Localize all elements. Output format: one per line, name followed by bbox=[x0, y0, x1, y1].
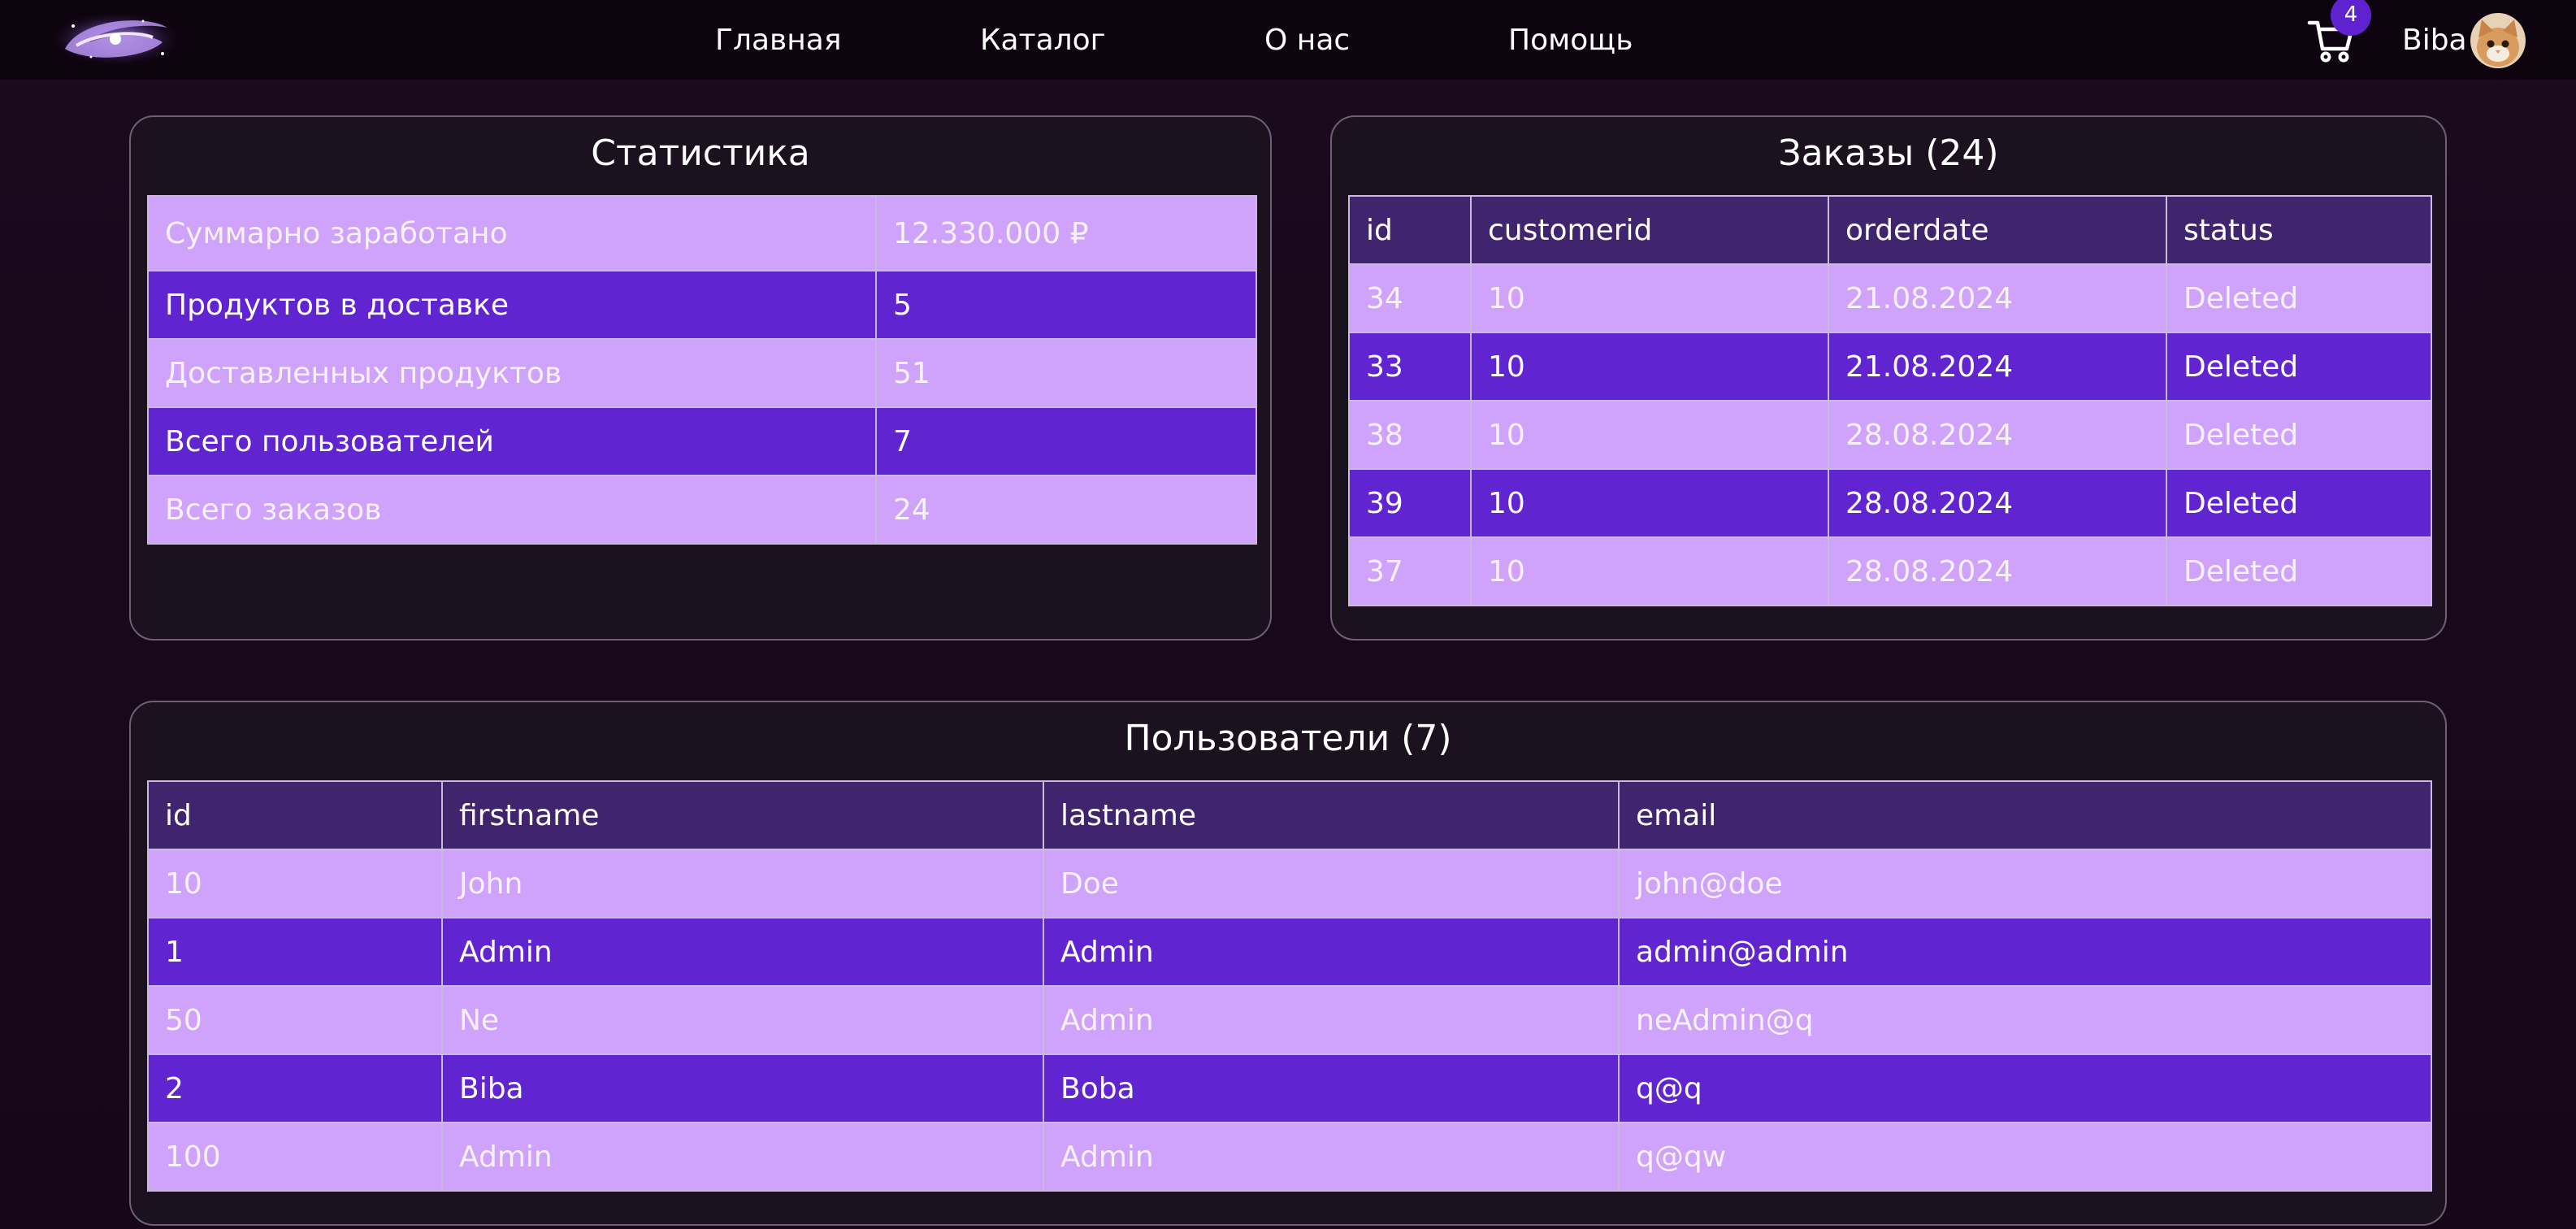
nav-link-catalog[interactable]: Каталог bbox=[980, 18, 1106, 63]
table-row[interactable]: 100 Admin Admin q@qw bbox=[147, 1122, 2432, 1192]
user-lastname: Admin bbox=[1043, 985, 1620, 1055]
table-row: Доставленных продуктов 51 bbox=[147, 338, 1257, 408]
order-customerid: 10 bbox=[1470, 263, 1829, 333]
user-lastname: Doe bbox=[1043, 849, 1620, 918]
stat-value: 51 bbox=[875, 338, 1257, 408]
order-date: 28.08.2024 bbox=[1828, 536, 2167, 606]
column-header[interactable]: firstname bbox=[441, 780, 1044, 850]
order-status: Deleted bbox=[2166, 263, 2432, 333]
nav-link-home[interactable]: Главная bbox=[715, 18, 842, 63]
order-status: Deleted bbox=[2166, 332, 2432, 402]
user-email: q@qw bbox=[1618, 1122, 2432, 1192]
order-id: 39 bbox=[1348, 468, 1472, 538]
column-header[interactable]: id bbox=[1348, 195, 1472, 265]
user-firstname: Biba bbox=[441, 1053, 1044, 1123]
stat-label: Всего пользователей bbox=[147, 406, 877, 476]
order-id: 34 bbox=[1348, 263, 1472, 333]
user-email: john@doe bbox=[1618, 849, 2432, 918]
table-row[interactable]: 33 10 21.08.2024 Deleted bbox=[1348, 332, 2432, 402]
stat-label: Суммарно заработано bbox=[147, 195, 877, 271]
column-header[interactable]: customerid bbox=[1470, 195, 1829, 265]
column-header[interactable]: status bbox=[2166, 195, 2432, 265]
user-lastname: Boba bbox=[1043, 1053, 1620, 1123]
stat-value: 24 bbox=[875, 475, 1257, 545]
galaxy-logo-icon[interactable] bbox=[49, 10, 182, 68]
orders-card: Заказы (24) id customerid orderdate stat… bbox=[1330, 115, 2447, 641]
order-customerid: 10 bbox=[1470, 400, 1829, 470]
users-card: Пользователи (7) id firstname lastname e… bbox=[129, 701, 2447, 1226]
stat-value: 7 bbox=[875, 406, 1257, 476]
top-navbar: Главная Каталог О нас Помощь 4 Biba bbox=[0, 0, 2576, 80]
table-row[interactable]: 50 Ne Admin neAdmin@q bbox=[147, 985, 2432, 1055]
stat-label: Продуктов в доставке bbox=[147, 270, 877, 340]
user-lastname: Admin bbox=[1043, 917, 1620, 987]
user-firstname: Ne bbox=[441, 985, 1044, 1055]
table-row: Всего заказов 24 bbox=[147, 475, 1257, 545]
statistics-title: Статистика bbox=[591, 132, 810, 174]
user-email: neAdmin@q bbox=[1618, 985, 2432, 1055]
column-header[interactable]: id bbox=[147, 780, 443, 850]
table-header-row: id customerid orderdate status bbox=[1348, 195, 2432, 265]
order-date: 28.08.2024 bbox=[1828, 468, 2167, 538]
table-row: Продуктов в доставке 5 bbox=[147, 270, 1257, 340]
table-row[interactable]: 10 John Doe john@doe bbox=[147, 849, 2432, 918]
table-row[interactable]: 39 10 28.08.2024 Deleted bbox=[1348, 468, 2432, 538]
stat-value: 5 bbox=[875, 270, 1257, 340]
order-id: 38 bbox=[1348, 400, 1472, 470]
users-title: Пользователи (7) bbox=[1124, 718, 1452, 759]
stat-value: 12.330.000 ₽ bbox=[875, 195, 1257, 271]
orders-table: id customerid orderdate status 34 10 21.… bbox=[1348, 195, 2432, 606]
table-header-row: id firstname lastname email bbox=[147, 780, 2432, 850]
user-id: 2 bbox=[147, 1053, 443, 1123]
order-date: 21.08.2024 bbox=[1828, 332, 2167, 402]
table-row: Суммарно заработано 12.330.000 ₽ bbox=[147, 195, 1257, 271]
table-row[interactable]: 1 Admin Admin admin@admin bbox=[147, 917, 2432, 987]
order-customerid: 10 bbox=[1470, 332, 1829, 402]
table-row: Всего пользователей 7 bbox=[147, 406, 1257, 476]
order-id: 37 bbox=[1348, 536, 1472, 606]
user-id: 1 bbox=[147, 917, 443, 987]
statistics-table: Суммарно заработано 12.330.000 ₽ Продукт… bbox=[147, 195, 1257, 545]
order-id: 33 bbox=[1348, 332, 1472, 402]
column-header[interactable]: lastname bbox=[1043, 780, 1620, 850]
stat-label: Доставленных продуктов bbox=[147, 338, 877, 408]
avatar[interactable] bbox=[2470, 13, 2526, 68]
order-status: Deleted bbox=[2166, 536, 2432, 606]
user-email: admin@admin bbox=[1618, 917, 2432, 987]
order-date: 21.08.2024 bbox=[1828, 263, 2167, 333]
user-firstname: Admin bbox=[441, 1122, 1044, 1192]
order-customerid: 10 bbox=[1470, 536, 1829, 606]
user-id: 10 bbox=[147, 849, 443, 918]
user-id: 100 bbox=[147, 1122, 443, 1192]
table-row[interactable]: 38 10 28.08.2024 Deleted bbox=[1348, 400, 2432, 470]
cart-count-badge: 4 bbox=[2331, 0, 2371, 36]
order-status: Deleted bbox=[2166, 468, 2432, 538]
orders-title: Заказы (24) bbox=[1778, 132, 1999, 174]
user-name[interactable]: Biba bbox=[2402, 18, 2467, 63]
column-header[interactable]: email bbox=[1618, 780, 2432, 850]
user-firstname: John bbox=[441, 849, 1044, 918]
order-customerid: 10 bbox=[1470, 468, 1829, 538]
table-row[interactable]: 2 Biba Boba q@q bbox=[147, 1053, 2432, 1123]
column-header[interactable]: orderdate bbox=[1828, 195, 2167, 265]
table-row[interactable]: 37 10 28.08.2024 Deleted bbox=[1348, 536, 2432, 606]
order-date: 28.08.2024 bbox=[1828, 400, 2167, 470]
statistics-card: Статистика Суммарно заработано 12.330.00… bbox=[129, 115, 1272, 641]
user-id: 50 bbox=[147, 985, 443, 1055]
users-table: id firstname lastname email 10 John Doe … bbox=[147, 780, 2432, 1192]
nav-link-help[interactable]: Помощь bbox=[1508, 18, 1633, 63]
nav-link-about[interactable]: О нас bbox=[1264, 18, 1350, 63]
user-firstname: Admin bbox=[441, 917, 1044, 987]
user-email: q@q bbox=[1618, 1053, 2432, 1123]
stat-label: Всего заказов bbox=[147, 475, 877, 545]
table-row[interactable]: 34 10 21.08.2024 Deleted bbox=[1348, 263, 2432, 333]
order-status: Deleted bbox=[2166, 400, 2432, 470]
user-lastname: Admin bbox=[1043, 1122, 1620, 1192]
